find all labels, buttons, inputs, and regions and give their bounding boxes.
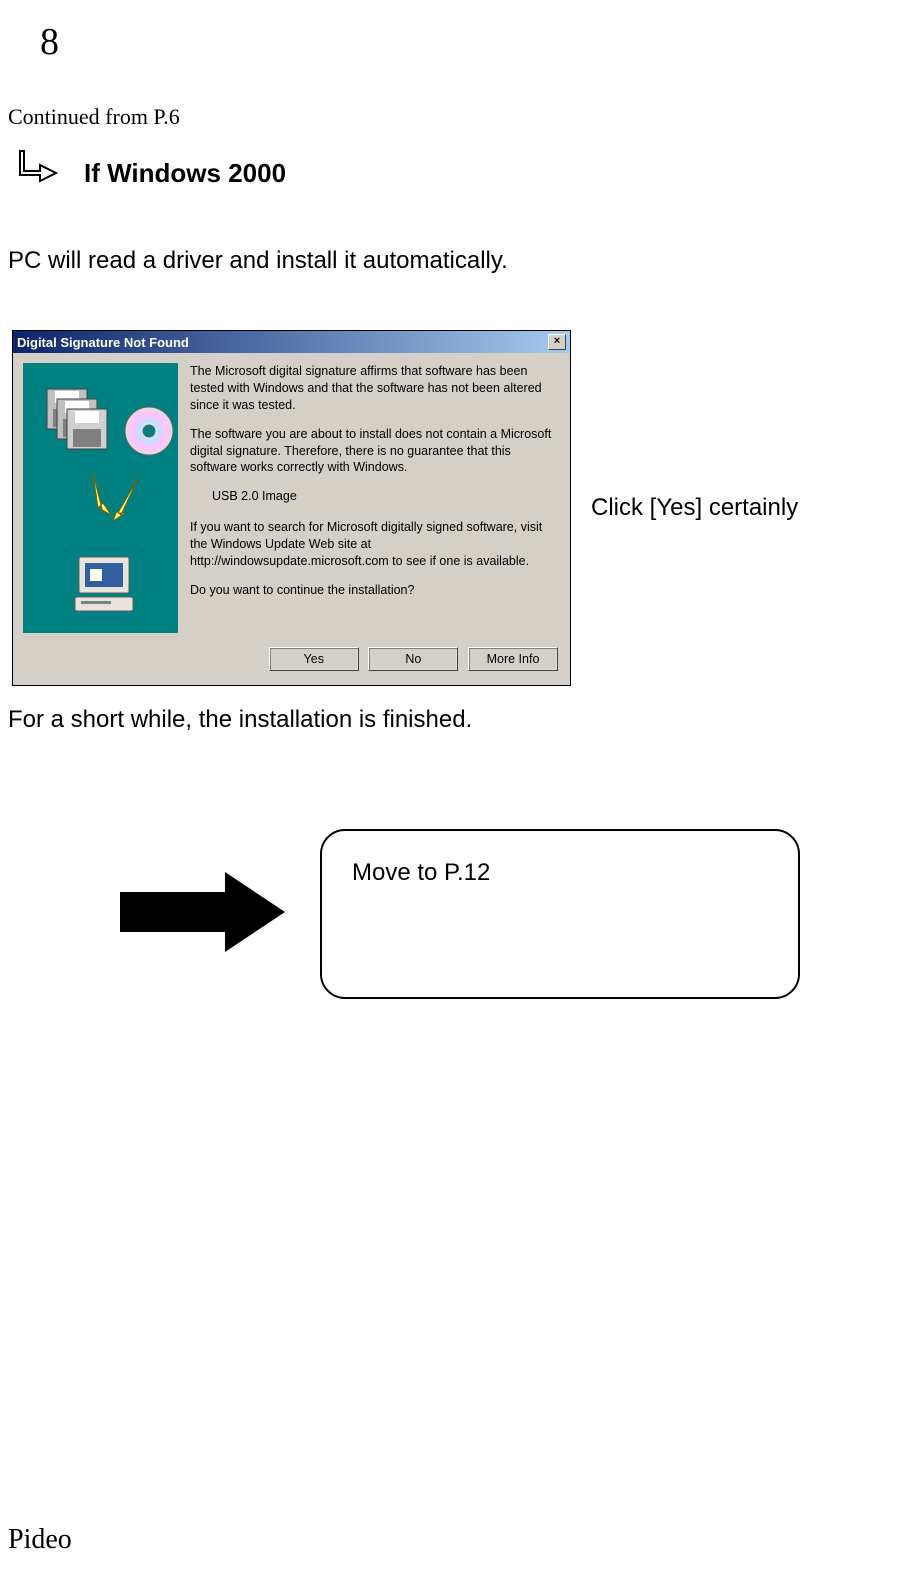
yes-button[interactable]: Yes: [269, 647, 359, 671]
page-number: 8: [40, 20, 904, 64]
move-to-box: Move to P.12: [320, 829, 800, 999]
finished-text: For a short while, the installation is f…: [8, 706, 904, 734]
dialog-para-2: The software you are about to install do…: [190, 426, 558, 477]
section-heading-row: If Windows 2000: [0, 145, 904, 202]
dialog-para-4: Do you want to continue the installation…: [190, 582, 558, 599]
move-row: Move to P.12: [110, 829, 904, 999]
more-info-button[interactable]: More Info: [468, 647, 558, 671]
dialog-title: Digital Signature Not Found: [17, 335, 189, 350]
dialog-buttons: Yes No More Info: [13, 647, 570, 685]
dialog-body: The Microsoft digital signature affirms …: [13, 353, 570, 647]
click-yes-note: Click [Yes] certainly: [591, 494, 798, 522]
brand-logo: Pideo: [8, 1524, 72, 1556]
dialog-text-area: The Microsoft digital signature affirms …: [190, 363, 558, 633]
dialog-device-name: USB 2.0 Image: [212, 488, 558, 505]
no-button[interactable]: No: [368, 647, 458, 671]
arrows-icon: [43, 463, 163, 563]
computer-icon: [73, 553, 135, 613]
cd-icon: [123, 405, 175, 457]
move-to-text: Move to P.12: [352, 859, 490, 886]
continued-from: Continued from P.6: [8, 104, 904, 130]
right-angle-arrow-icon: [12, 145, 64, 202]
dialog-row: Digital Signature Not Found ×: [12, 330, 904, 686]
dialog-window: Digital Signature Not Found ×: [12, 330, 571, 686]
floppy-icon: [65, 407, 111, 453]
dialog-titlebar: Digital Signature Not Found ×: [13, 331, 570, 353]
dialog-para-1: The Microsoft digital signature affirms …: [190, 363, 558, 414]
dialog-para-3: If you want to search for Microsoft digi…: [190, 519, 558, 570]
intro-text: PC will read a driver and install it aut…: [8, 247, 904, 275]
right-arrow-icon: [110, 862, 290, 967]
section-heading: If Windows 2000: [84, 158, 286, 189]
dialog-graphic-panel: [23, 363, 178, 633]
close-icon[interactable]: ×: [548, 334, 566, 350]
